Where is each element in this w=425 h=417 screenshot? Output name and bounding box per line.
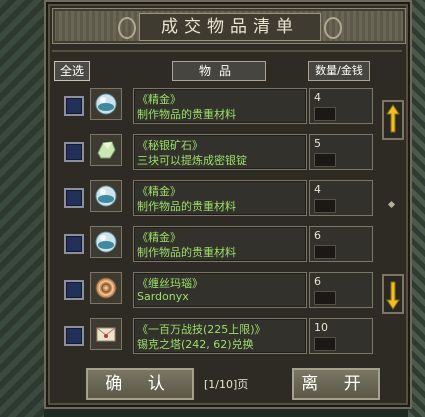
item-name: 《精金》 xyxy=(137,93,181,106)
item-description: 《精金》 制作物品的贵重材料 xyxy=(133,180,307,216)
item-name: 《精金》 xyxy=(137,185,181,198)
leave-button[interactable]: 离 开 xyxy=(292,368,380,400)
qty-value: 6 xyxy=(314,229,321,242)
item-name: 《秘银矿石》 xyxy=(137,139,203,152)
list-item[interactable]: 《一百万战技(225上限)》 锡克之塔(242, 62)兑换 10 xyxy=(54,318,373,366)
page-indicator: [1/10]页 xyxy=(204,378,249,391)
item-detail: Sardonyx xyxy=(137,290,189,303)
scroll-ornament-right-icon xyxy=(324,17,342,39)
qty-value: 10 xyxy=(314,321,328,334)
qty-input[interactable] xyxy=(314,245,336,259)
item-description: 《一百万战技(225上限)》 锡克之塔(242, 62)兑换 xyxy=(133,318,307,354)
trade-list-window: 成交物品清单 全选 物品 数量/金钱 《精金》 制作物品的贵重材料 4 《秘银矿… xyxy=(44,0,412,409)
agate-icon xyxy=(95,277,117,299)
item-qty: 4 xyxy=(309,88,373,124)
qty-value: 6 xyxy=(314,275,321,288)
orb-icon xyxy=(95,185,117,207)
item-qty: 6 xyxy=(309,226,373,262)
item-checkbox[interactable] xyxy=(64,280,84,300)
scroll-ornament-left-icon xyxy=(118,17,136,39)
qty-input[interactable] xyxy=(314,107,336,121)
qty-value: 5 xyxy=(314,137,321,150)
qty-input[interactable] xyxy=(314,153,336,167)
item-checkbox[interactable] xyxy=(64,188,84,208)
item-name: 《一百万战技(225上限)》 xyxy=(137,323,266,336)
item-detail: 制作物品的贵重材料 xyxy=(137,200,236,213)
scroll-up-button[interactable] xyxy=(382,100,404,140)
item-detail: 制作物品的贵重材料 xyxy=(137,108,236,121)
item-icon-slot[interactable] xyxy=(90,272,122,304)
list-item[interactable]: 《精金》 制作物品的贵重材料 4 xyxy=(54,180,373,228)
item-qty: 6 xyxy=(309,272,373,308)
item-icon-slot[interactable] xyxy=(90,134,122,166)
item-name: 《缠丝玛瑙》 xyxy=(137,277,203,290)
item-qty: 4 xyxy=(309,180,373,216)
list-item[interactable]: 《精金》 制作物品的贵重材料 4 xyxy=(54,88,373,136)
title-bar[interactable]: 成交物品清单 xyxy=(52,8,406,44)
item-checkbox[interactable] xyxy=(64,96,84,116)
item-name: 《精金》 xyxy=(137,231,181,244)
confirm-button[interactable]: 确 认 xyxy=(86,368,194,400)
orb-icon xyxy=(95,231,117,253)
list-item[interactable]: 《精金》 制作物品的贵重材料 6 xyxy=(54,226,373,274)
item-description: 《缠丝玛瑙》 Sardonyx xyxy=(133,272,307,308)
arrow-down-icon xyxy=(386,281,400,310)
ore-icon xyxy=(97,141,116,159)
qty-column-header: 数量/金钱 xyxy=(308,61,370,81)
orb-icon xyxy=(95,93,117,115)
item-checkbox[interactable] xyxy=(64,234,84,254)
item-detail: 制作物品的贵重材料 xyxy=(137,246,236,259)
item-checkbox[interactable] xyxy=(64,326,84,346)
item-description: 《精金》 制作物品的贵重材料 xyxy=(133,226,307,262)
scroll-down-button[interactable] xyxy=(382,274,404,314)
window-title: 成交物品清单 xyxy=(161,17,299,37)
item-description: 《秘银矿石》 三块可以提炼成密银锭 xyxy=(133,134,307,170)
arrow-up-icon xyxy=(386,104,400,133)
item-icon-slot[interactable] xyxy=(90,88,122,120)
item-icon-slot[interactable] xyxy=(90,226,122,258)
items-column-header: 物品 xyxy=(172,61,266,81)
list-item[interactable]: 《秘银矿石》 三块可以提炼成密银锭 5 xyxy=(54,134,373,182)
qty-input[interactable] xyxy=(314,337,336,351)
letter-icon xyxy=(96,327,116,342)
divider xyxy=(52,50,402,52)
item-detail: 三块可以提炼成密银锭 xyxy=(137,154,247,167)
item-detail: 锡克之塔(242, 62)兑换 xyxy=(137,338,254,351)
list-item[interactable]: 《缠丝玛瑙》 Sardonyx 6 xyxy=(54,272,373,320)
qty-value: 4 xyxy=(314,183,321,196)
map-background-left xyxy=(0,0,44,417)
select-all-button[interactable]: 全选 xyxy=(54,61,90,81)
item-description: 《精金》 制作物品的贵重材料 xyxy=(133,88,307,124)
item-checkbox[interactable] xyxy=(64,142,84,162)
scroll-thumb[interactable] xyxy=(387,200,396,209)
title-plate: 成交物品清单 xyxy=(118,13,342,41)
item-qty: 10 xyxy=(309,318,373,354)
qty-input[interactable] xyxy=(314,199,336,213)
qty-input[interactable] xyxy=(314,291,336,305)
qty-value: 4 xyxy=(314,91,321,104)
item-qty: 5 xyxy=(309,134,373,170)
item-icon-slot[interactable] xyxy=(90,180,122,212)
item-icon-slot[interactable] xyxy=(90,318,122,350)
